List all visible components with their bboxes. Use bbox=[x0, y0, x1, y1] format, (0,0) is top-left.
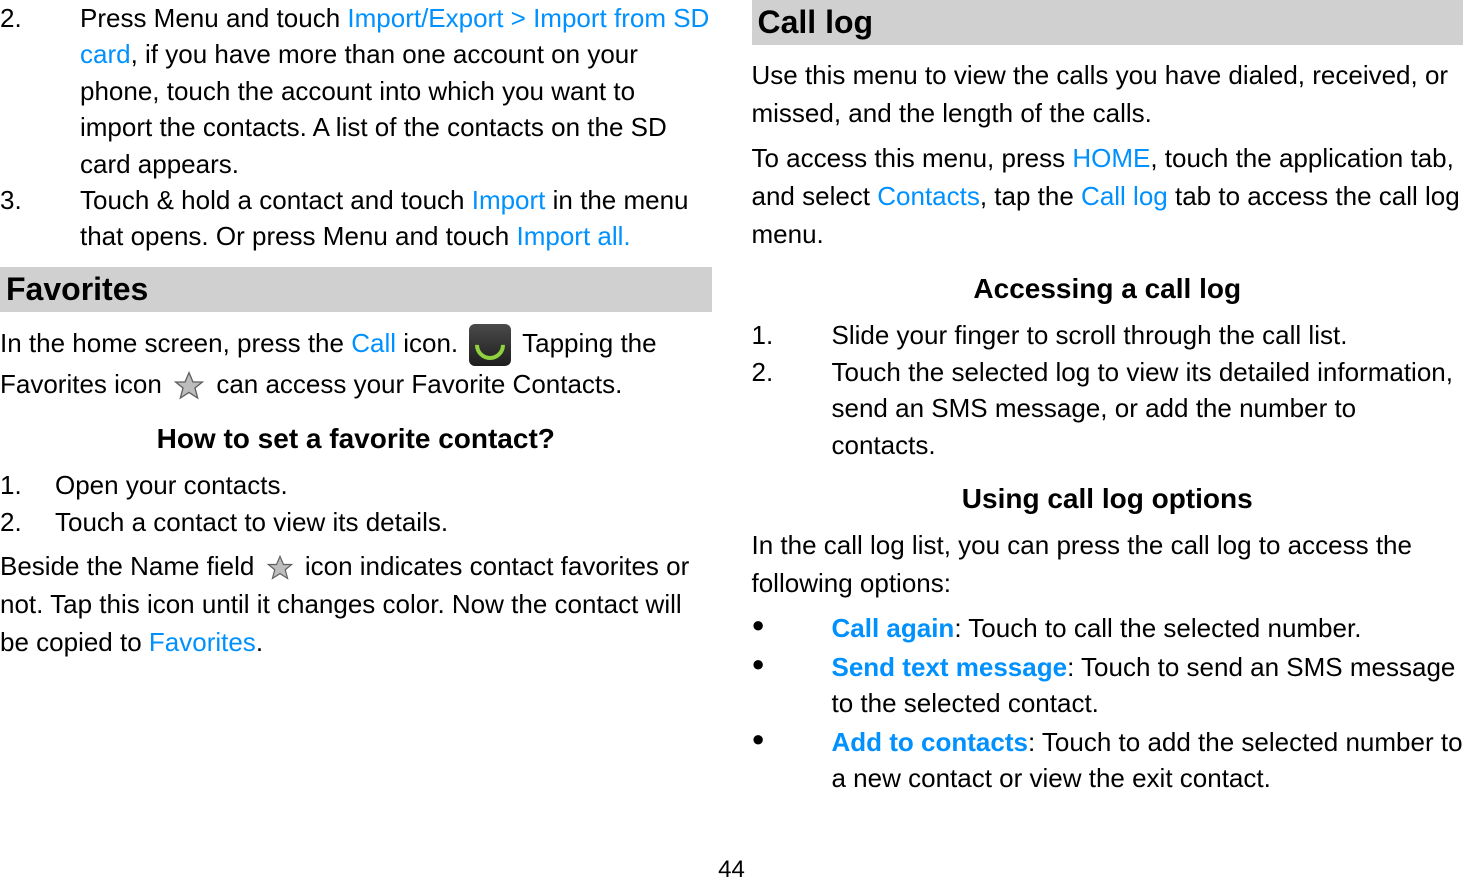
beside-name-text: Beside the Name field icon indicates con… bbox=[0, 548, 712, 661]
text: , tap the bbox=[980, 181, 1081, 211]
fav-step-2: 2. Touch a contact to view its details. bbox=[0, 504, 712, 540]
contacts-link: Contacts bbox=[877, 181, 980, 211]
text: Beside the Name field bbox=[0, 551, 254, 581]
text: , if you have more than one account on y… bbox=[80, 39, 667, 178]
favorites-star-icon bbox=[173, 370, 205, 402]
home-link: HOME bbox=[1072, 143, 1150, 173]
list-number: 3. bbox=[0, 182, 80, 255]
call-icon bbox=[469, 324, 511, 366]
bullet-icon: ● bbox=[752, 610, 832, 646]
list-text: Touch the selected log to view its detai… bbox=[832, 354, 1463, 463]
option-call-again: ● Call again: Touch to call the selected… bbox=[752, 610, 1463, 646]
text: can access your Favorite Contacts. bbox=[216, 369, 622, 399]
option-add-contacts: ● Add to contacts: Touch to add the sele… bbox=[752, 724, 1463, 797]
list-text: Press Menu and touch Import/Export > Imp… bbox=[80, 0, 712, 182]
favorites-heading: Favorites bbox=[0, 267, 712, 312]
right-column: Call log Use this menu to view the calls… bbox=[732, 0, 1463, 894]
option-send-text: ● Send text message: Touch to send an SM… bbox=[752, 649, 1463, 722]
text: : Touch to call the selected number. bbox=[954, 613, 1361, 643]
text: Press Menu and touch bbox=[80, 3, 347, 33]
star-icon bbox=[266, 554, 294, 582]
list-item-3: 3. Touch & hold a contact and touch Impo… bbox=[0, 182, 712, 255]
list-text: Open your contacts. bbox=[55, 467, 712, 503]
list-item-2: 2. Press Menu and touch Import/Export > … bbox=[0, 0, 712, 182]
list-number: 2. bbox=[0, 0, 80, 182]
accessing-call-log-heading: Accessing a call log bbox=[752, 273, 1463, 305]
call-log-heading: Call log bbox=[752, 0, 1463, 45]
text: Touch & hold a contact and touch bbox=[80, 185, 472, 215]
left-column: 2. Press Menu and touch Import/Export > … bbox=[0, 0, 732, 894]
call-again-label: Call again bbox=[832, 613, 955, 643]
how-to-set-favorite-heading: How to set a favorite contact? bbox=[0, 423, 712, 455]
text: . bbox=[256, 627, 263, 657]
fav-step-1: 1. Open your contacts. bbox=[0, 467, 712, 503]
page-container: 2. Press Menu and touch Import/Export > … bbox=[0, 0, 1463, 894]
list-number: 2. bbox=[752, 354, 832, 463]
option-text: Send text message: Touch to send an SMS … bbox=[832, 649, 1463, 722]
using-intro: In the call log list, you can press the … bbox=[752, 527, 1463, 602]
import-link: Import bbox=[472, 185, 546, 215]
bullet-icon: ● bbox=[752, 724, 832, 797]
call-log-access-text: To access this menu, press HOME, touch t… bbox=[752, 140, 1463, 253]
list-text: Slide your finger to scroll through the … bbox=[832, 317, 1463, 353]
call-link: Call bbox=[351, 328, 396, 358]
option-text: Call again: Touch to call the selected n… bbox=[832, 610, 1362, 646]
list-text: Touch a contact to view its details. bbox=[55, 504, 712, 540]
access-step-2: 2. Touch the selected log to view its de… bbox=[752, 354, 1463, 463]
send-text-label: Send text message bbox=[832, 652, 1068, 682]
text: To access this menu, press bbox=[752, 143, 1073, 173]
import-all-link: Import all. bbox=[516, 221, 630, 251]
bullet-icon: ● bbox=[752, 649, 832, 722]
list-number: 1. bbox=[752, 317, 832, 353]
using-call-log-heading: Using call log options bbox=[752, 483, 1463, 515]
text: In the home screen, press the bbox=[0, 328, 351, 358]
add-contacts-label: Add to contacts bbox=[832, 727, 1028, 757]
favorites-link: Favorites bbox=[149, 627, 256, 657]
favorites-body: In the home screen, press the Call icon.… bbox=[0, 324, 712, 404]
call-log-intro: Use this menu to view the calls you have… bbox=[752, 57, 1463, 132]
page-number: 44 bbox=[718, 856, 745, 884]
option-text: Add to contacts: Touch to add the select… bbox=[832, 724, 1463, 797]
list-text: Touch & hold a contact and touch Import … bbox=[80, 182, 712, 255]
list-number: 2. bbox=[0, 504, 55, 540]
text: icon. bbox=[396, 328, 465, 358]
list-number: 1. bbox=[0, 467, 55, 503]
call-log-tab-link: Call log bbox=[1081, 181, 1168, 211]
access-step-1: 1. Slide your finger to scroll through t… bbox=[752, 317, 1463, 353]
